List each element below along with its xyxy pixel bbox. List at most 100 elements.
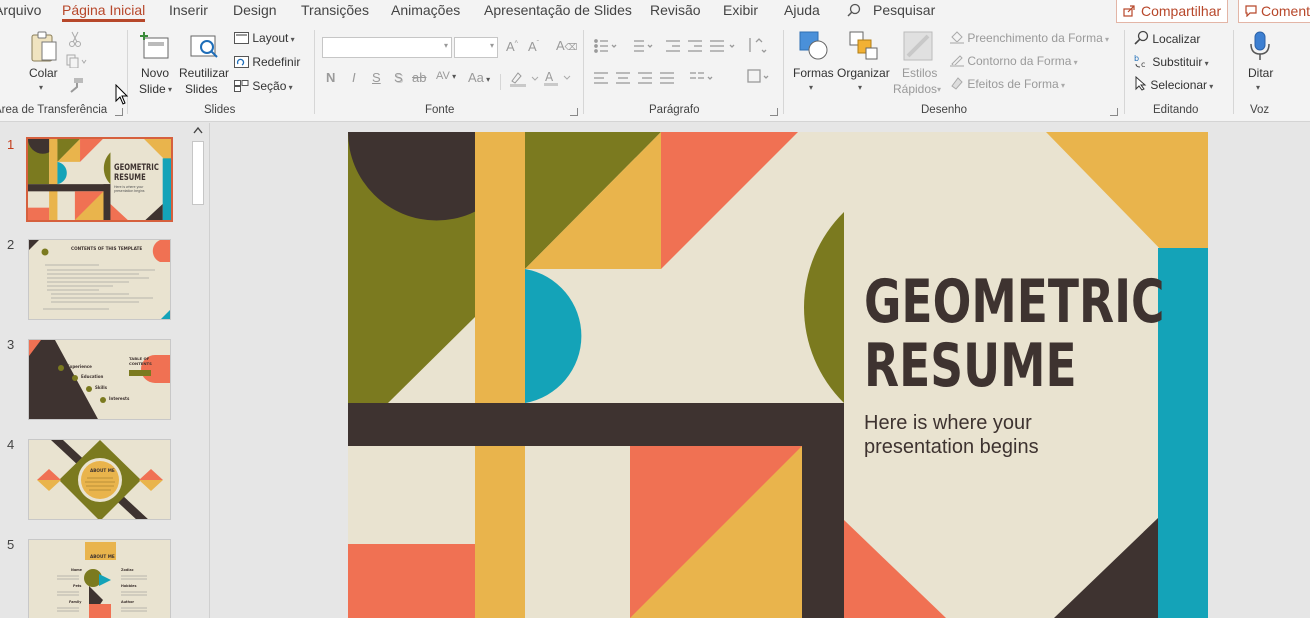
slide-thumbnail-2[interactable]: CONTENTS OF THIS TEMPLATE (28, 239, 171, 320)
shape-effects-button[interactable]: Efeitos de Forma ▾ (950, 76, 1065, 91)
underline-button[interactable]: S (372, 70, 381, 85)
font-color-icon: A (544, 70, 571, 86)
search-box[interactable]: Pesquisar (847, 0, 937, 26)
reset-button[interactable]: Redefinir (234, 55, 300, 69)
strikethrough-button[interactable]: ab (412, 70, 426, 85)
tab-inserir[interactable]: Inserir (169, 0, 208, 26)
thumb3-title-line2: CONTENTS (129, 361, 152, 366)
section-button[interactable]: Seção ▾ (234, 79, 293, 93)
dictate-label: Ditar (1248, 66, 1274, 80)
search-icon (847, 3, 861, 17)
font-size-input[interactable]: ▾ (454, 37, 498, 58)
tab-design[interactable]: Design (233, 0, 277, 26)
microphone-icon (1250, 31, 1270, 60)
drawing-launcher[interactable] (1110, 108, 1118, 116)
thumb2-title: CONTENTS OF THIS TEMPLATE (71, 246, 143, 251)
tab-transicoes[interactable]: Transições (301, 0, 369, 26)
copy-button[interactable] (66, 54, 88, 71)
slides-group-label: Slides (204, 104, 236, 116)
font-color-button[interactable]: A (542, 70, 574, 90)
share-label: Compartilhar (1141, 3, 1222, 19)
thumb1-title-line2: RESUME (114, 173, 146, 183)
find-button[interactable]: Localizar (1134, 30, 1200, 46)
increase-font-button[interactable]: A^ (506, 39, 518, 54)
scrollbar-thumb[interactable] (192, 141, 204, 205)
decrease-font-button[interactable]: Aˇ (528, 39, 539, 54)
comments-label: Comentários (1261, 3, 1310, 19)
ribbon: Colar ▾ Área de Transferência Novo Slide… (0, 26, 1310, 122)
menu-bar: Arquivo Página Inicial Inserir Design Tr… (0, 0, 1310, 26)
thumb3-title: TABLE OF CONTENTS (129, 356, 152, 366)
paragraph-tools[interactable] (590, 36, 776, 96)
font-name-input[interactable]: ▾ (322, 37, 452, 58)
effects-icon (951, 77, 963, 90)
quick-styles-button[interactable]: Estilos Rápidos ▾ (892, 30, 944, 98)
group-separator (583, 30, 584, 114)
slide-thumbnail-5[interactable]: ABOUT ME Name Zodiac Pets Hobbies Family… (28, 539, 171, 618)
slide-title-line2: RESUME (864, 331, 1077, 401)
dark-vertical (802, 403, 844, 618)
font-launcher[interactable] (570, 108, 578, 116)
tab-animacoes[interactable]: Animações (391, 0, 460, 26)
highlight-button[interactable] (508, 71, 540, 90)
arrange-button[interactable]: Organizar ▾ (836, 30, 890, 98)
section-icon (234, 80, 249, 92)
powerpoint-window: Arquivo Página Inicial Inserir Design Tr… (0, 0, 1310, 618)
thumb1-subtitle: Here is where your presentation begins (114, 185, 145, 193)
slide-subtitle[interactable]: Here is where your presentation begins (864, 411, 1039, 459)
copy-icon (66, 54, 87, 69)
format-painter-button[interactable] (68, 77, 84, 96)
group-separator (314, 30, 315, 114)
slide-canvas[interactable]: GEOMETRIC RESUME Here is where your presen… (348, 132, 1208, 618)
slide-thumbnail-4[interactable]: ABOUT ME (28, 439, 171, 520)
comments-button[interactable]: Comentários (1238, 0, 1310, 23)
slide-title[interactable]: GEOMETRIC RESUME (864, 270, 1165, 398)
change-case-button[interactable]: Aa ▾ (468, 70, 490, 85)
layout-button[interactable]: Layout ▾ (234, 31, 295, 45)
group-separator (500, 74, 501, 90)
tab-revisao[interactable]: Revisão (650, 0, 701, 26)
clipboard-launcher[interactable] (115, 108, 123, 116)
thumb5-item-1: Name (71, 568, 82, 572)
thumb4-title: ABOUT ME (90, 468, 115, 473)
find-icon (1134, 30, 1149, 45)
shape-outline-button[interactable]: Contorno da Forma ▾ (950, 53, 1078, 68)
reuse-label-2: Slides (185, 82, 218, 96)
new-slide-button[interactable]: Novo Slide ▾ (138, 30, 176, 96)
thumb3-item-1: Experience (67, 364, 92, 369)
new-slide-label-2: Slide (139, 82, 166, 96)
scroll-up-icon[interactable] (193, 126, 203, 134)
cut-button[interactable] (68, 31, 82, 50)
italic-button[interactable]: I (352, 70, 356, 85)
replace-button[interactable]: bc Substituir ▾ (1134, 53, 1209, 69)
tab-arquivo[interactable]: Arquivo (0, 0, 41, 26)
shapes-button[interactable]: Formas ▾ (792, 30, 834, 98)
dictate-button[interactable]: Ditar ▾ (1240, 30, 1280, 98)
thumb3-item-3: Skills (95, 385, 108, 390)
editing-group-label: Editando (1153, 104, 1199, 116)
clear-format-icon[interactable]: A⌫ (556, 38, 577, 53)
share-button[interactable]: Compartilhar (1116, 0, 1228, 23)
thumb3-item-4: Interests (109, 396, 130, 401)
thumbnails-scrollbar[interactable] (190, 123, 206, 618)
paragraph-launcher[interactable] (770, 108, 778, 116)
thumb5-item-2: Zodiac (121, 568, 134, 572)
thumb5-title: ABOUT ME (90, 554, 115, 559)
reuse-slides-button[interactable]: Reutilizar Slides (178, 30, 230, 96)
paste-button[interactable]: Colar ▾ (28, 30, 60, 94)
quick-styles-label-1: Estilos (902, 66, 938, 80)
tab-apresentacao[interactable]: Apresentação de Slides (484, 0, 632, 26)
replace-icon: bc (1134, 54, 1145, 69)
slide-thumbnail-3[interactable]: TABLE OF CONTENTS Experience Education Sk… (28, 339, 171, 420)
tab-pagina-inicial[interactable]: Página Inicial (62, 0, 146, 26)
slide-number-5: 5 (7, 537, 15, 552)
char-spacing-button[interactable]: AV ▾ (436, 70, 456, 82)
slide-thumbnail-1[interactable]: GEOMETRIC RESUME Here is where your prese… (26, 137, 173, 222)
shape-fill-button[interactable]: Preenchimento da Forma ▾ (950, 30, 1109, 45)
tab-exibir[interactable]: Exibir (723, 0, 758, 26)
bold-button[interactable]: N (326, 70, 335, 85)
select-button[interactable]: Selecionar ▾ (1134, 75, 1213, 92)
shadow-button[interactable]: S (394, 70, 403, 85)
quick-styles-icon (903, 31, 933, 61)
tab-ajuda[interactable]: Ajuda (784, 0, 820, 26)
